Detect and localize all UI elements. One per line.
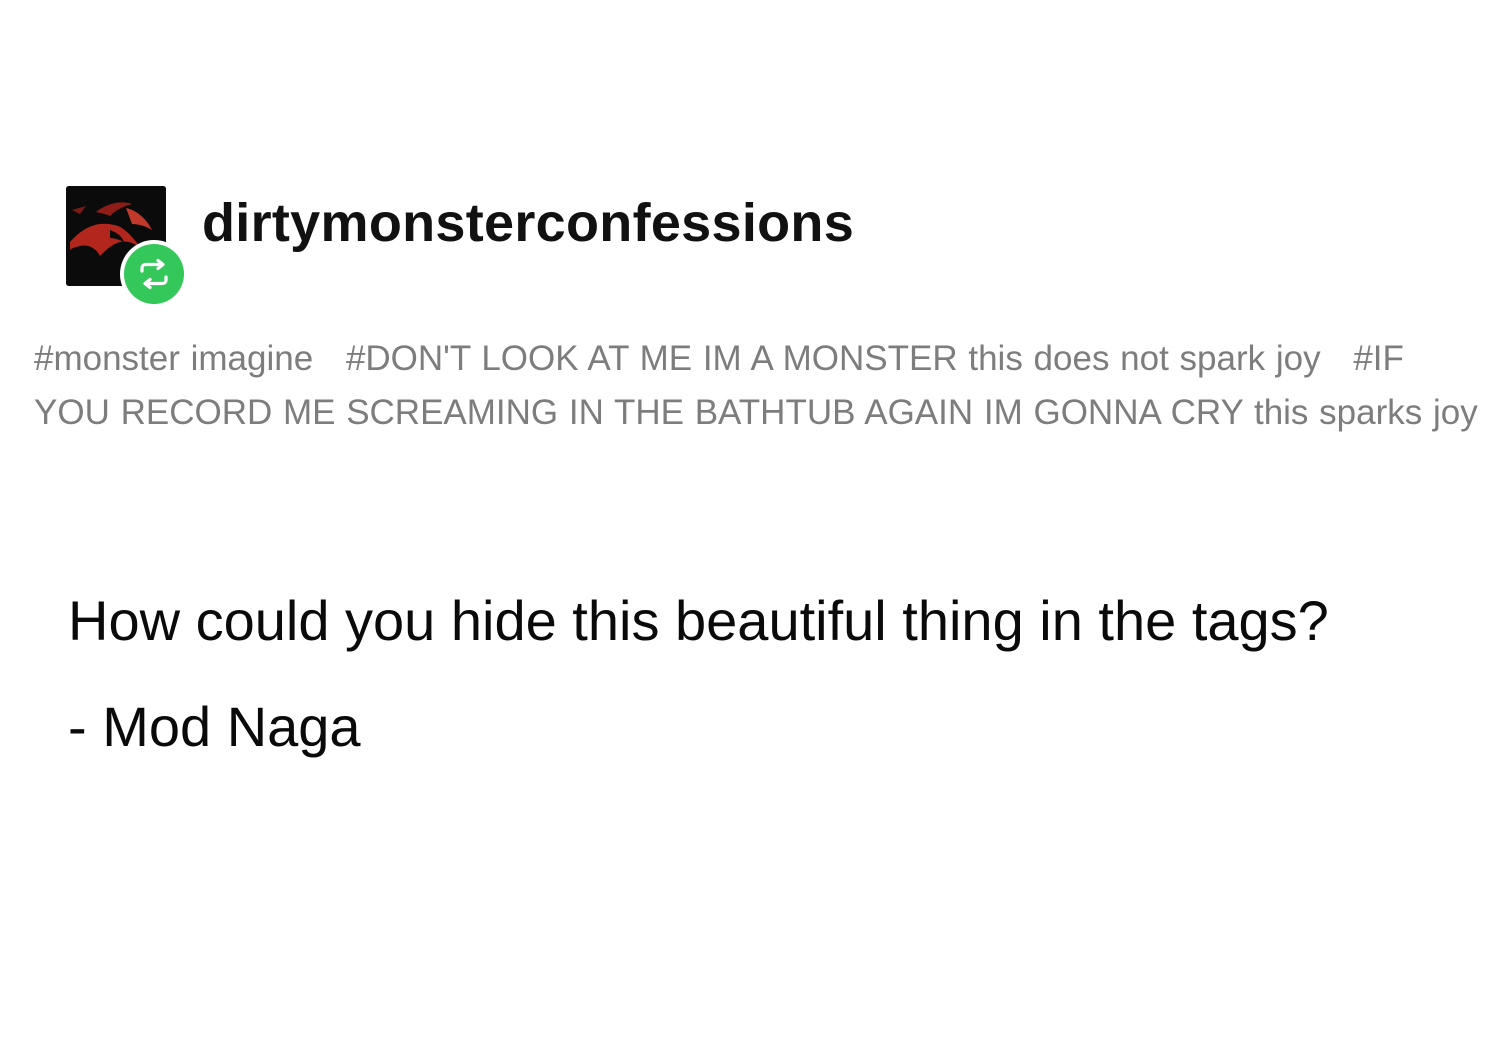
- tag-item[interactable]: #DON'T LOOK AT ME IM A MONSTER this does…: [346, 339, 1321, 378]
- post-header: dirtymonsterconfessions: [66, 186, 854, 308]
- post-signature: - Mod Naga: [68, 695, 361, 758]
- reblog-badge: [120, 240, 188, 308]
- tag-list: #monster imagine #DON'T LOOK AT ME IM A …: [34, 332, 1484, 440]
- post-body: How could you hide this beautiful thing …: [68, 570, 1468, 778]
- blog-name[interactable]: dirtymonsterconfessions: [202, 192, 854, 254]
- reblog-icon: [124, 244, 184, 304]
- tag-item[interactable]: #monster imagine: [34, 339, 313, 378]
- avatar-container[interactable]: [66, 186, 188, 308]
- post-body-text: How could you hide this beautiful thing …: [68, 589, 1329, 652]
- post: dirtymonsterconfessions #monster imagine…: [0, 0, 1500, 1050]
